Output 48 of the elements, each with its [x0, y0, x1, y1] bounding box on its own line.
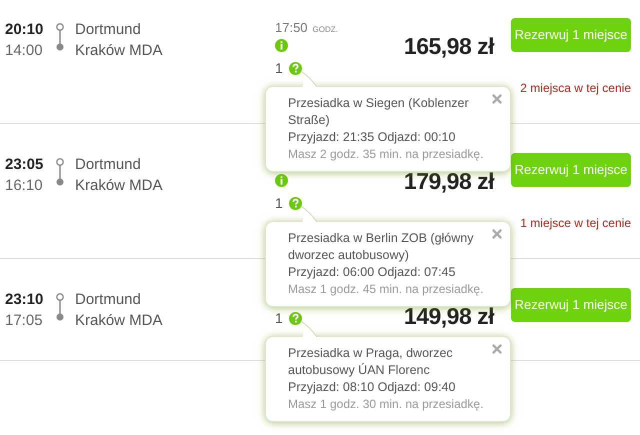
- close-button[interactable]: [490, 342, 504, 356]
- price: 179,98 zł: [404, 167, 494, 196]
- book-button[interactable]: Rezerwuj 1 miejsce: [511, 153, 631, 187]
- arrival-city: Kraków MDA: [75, 311, 164, 331]
- book-button[interactable]: Rezerwuj 1 miejsce: [511, 288, 631, 322]
- departure-time: 23:10: [5, 290, 44, 310]
- arrival-city: Kraków MDA: [75, 176, 164, 196]
- seats-note: 2 miejsca w tej cenie: [520, 80, 631, 97]
- changes-count: 1: [275, 58, 283, 78]
- book-button[interactable]: Rezerwuj 1 miejsce: [511, 18, 631, 52]
- close-button[interactable]: [490, 227, 504, 241]
- close-icon: [490, 92, 504, 106]
- info-icon[interactable]: [275, 39, 288, 52]
- close-button[interactable]: [490, 92, 504, 106]
- changes-count: 1: [275, 194, 283, 212]
- departure-time: 23:05: [5, 155, 44, 175]
- arrival-city: Kraków MDA: [75, 41, 164, 61]
- transfer-location: Przesiadka w Praga, dworzec autobusowy ÚAN Florenc: [288, 345, 454, 379]
- duration-unit: GODZ.: [312, 24, 338, 36]
- price: 165,98 zł: [404, 32, 494, 61]
- departure-city: Dortmund: [75, 290, 142, 310]
- help-icon[interactable]: [288, 312, 302, 324]
- changes-count: 1: [275, 308, 283, 328]
- trip-duration: 17:50: [275, 19, 308, 37]
- arrival-time: 17:05: [5, 311, 44, 331]
- departure-city: Dortmund: [75, 155, 142, 175]
- arrival-time: 16:10: [5, 176, 44, 196]
- transfer-location: Przesiadka w Siegen (Koblenzer Straße): [288, 95, 470, 129]
- seats-note: 1 miejsce w tej cenie: [520, 215, 631, 232]
- route-line-icon: [55, 158, 65, 186]
- departure-city: Dortmund: [75, 20, 142, 40]
- transfer-times: Przyjazd: 08:10 Odjazd: 09:40: [288, 379, 456, 396]
- transfer-wait: Masz 1 godz. 30 min. na przesiadkę.: [288, 396, 484, 413]
- transfer-times: Przyjazd: 21:35 Odjazd: 00:10: [288, 129, 456, 146]
- transfer-times: Przyjazd: 06:00 Odjazd: 07:45: [288, 264, 456, 281]
- transfer-wait: Masz 2 godz. 35 min. na przesiadkę.: [288, 146, 484, 163]
- info-icon[interactable]: [275, 174, 288, 187]
- price: 149,98 zł: [404, 302, 494, 331]
- route-line-icon: [55, 23, 65, 51]
- close-icon: [490, 227, 504, 241]
- help-icon[interactable]: [288, 62, 302, 74]
- close-icon: [490, 342, 504, 356]
- help-icon[interactable]: [288, 196, 302, 210]
- departure-time: 20:10: [5, 20, 44, 40]
- arrival-time: 14:00: [5, 41, 44, 61]
- transfer-location: Przesiadka w Berlin ZOB (główny dworzec autobusowy): [288, 230, 474, 264]
- route-line-icon: [55, 293, 65, 321]
- transfer-wait: Masz 1 godz. 45 min. na przesiadkę.: [288, 281, 484, 298]
